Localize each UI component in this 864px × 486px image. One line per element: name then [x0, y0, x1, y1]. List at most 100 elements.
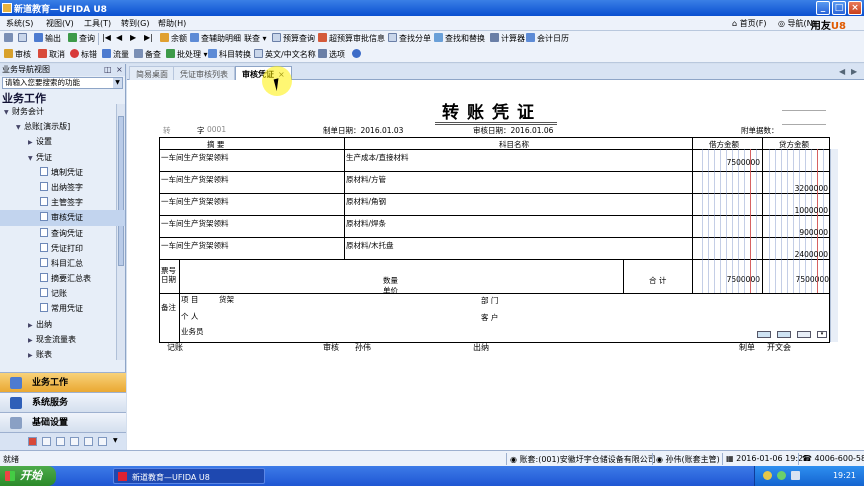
sidebar-item-10[interactable]: 科目汇总	[0, 256, 125, 271]
chevron-right-icon[interactable]: ▶	[28, 318, 36, 333]
menu-tools[interactable]: 工具(T)	[84, 18, 111, 29]
row-account[interactable]: 原材料/焊条	[346, 218, 386, 229]
pin-icon[interactable]: ◫	[104, 65, 112, 74]
sidebar-item-8[interactable]: 查询凭证	[0, 226, 125, 241]
options-button[interactable]: 选项	[318, 49, 345, 61]
chevron-down-icon[interactable]: ▼	[113, 78, 122, 88]
mark-error-button[interactable]: 标错	[70, 49, 97, 61]
find-replace-button[interactable]: 查找和替换	[434, 33, 485, 45]
row-account[interactable]: 生产成本/直接材料	[346, 152, 409, 163]
row-credit[interactable]: 2400000	[764, 250, 828, 259]
menu-goto[interactable]: 转到(G)	[121, 18, 149, 29]
tab-prev-icon[interactable]: ◀	[839, 67, 845, 76]
home-link[interactable]: ⌂ 首页(F)	[732, 18, 766, 29]
row-account[interactable]: 原材料/方管	[346, 174, 386, 185]
cashflow-button[interactable]: 流量	[102, 49, 129, 61]
prev-record-icon[interactable]: ◀	[116, 33, 122, 45]
menu-help[interactable]: 帮助(H)	[158, 18, 186, 29]
sidebar-item-2[interactable]: ▶ 设置	[0, 134, 125, 149]
last-record-icon[interactable]: ▶|	[144, 33, 153, 45]
chevron-right-icon[interactable]: ▶	[28, 333, 36, 348]
tile-icon[interactable]	[98, 437, 107, 446]
aux-detail-button[interactable]: 查辅助明细	[190, 33, 241, 45]
calendar-button[interactable]: 会计日历	[526, 33, 569, 45]
remark-toggle-icon-3[interactable]	[797, 331, 811, 338]
row-summary[interactable]: 一车间生产货架领料	[161, 152, 229, 163]
budget-query-button[interactable]: 预算查询	[272, 33, 315, 45]
calculator-button[interactable]: 计算器	[490, 33, 525, 45]
link-query-button[interactable]: 联查 ▾	[244, 33, 267, 45]
remark-toggle-icon-1[interactable]	[757, 331, 771, 338]
voucher-number[interactable]: 0001	[207, 125, 226, 134]
more-icon[interactable]: ▼	[113, 437, 122, 446]
stop-icon[interactable]	[28, 437, 37, 446]
row-summary[interactable]: 一车间生产货架领料	[161, 240, 229, 251]
over-budget-button[interactable]: 超预算审批信息	[318, 33, 385, 45]
sidebar-item-4[interactable]: 填制凭证	[0, 165, 125, 180]
row-debit[interactable]: 7500000	[694, 158, 760, 167]
chevron-right-icon[interactable]: ▶	[28, 348, 36, 360]
sidebar-item-6[interactable]: 主管签字	[0, 195, 125, 210]
tab-voucher-audit-list[interactable]: 凭证审核列表	[173, 66, 235, 80]
tray-network-icon[interactable]	[763, 471, 772, 480]
voucher-type-field[interactable]: 转	[163, 125, 171, 136]
tray-volume-icon[interactable]	[791, 471, 800, 480]
balance-button[interactable]: 余额	[160, 33, 187, 45]
sidebar-item-7[interactable]: 审核凭证	[0, 210, 125, 226]
sidebar-item-15[interactable]: ▶ 现金流量表	[0, 332, 125, 347]
output-button[interactable]: 输出	[34, 33, 61, 45]
menu-view[interactable]: 视图(V)	[46, 18, 74, 29]
memo-button[interactable]: 备查	[134, 49, 161, 61]
menu-system[interactable]: 系统(S)	[6, 18, 33, 29]
next-record-icon[interactable]: ▶	[130, 33, 136, 45]
copy-icon[interactable]	[84, 437, 93, 446]
refresh-icon[interactable]	[42, 437, 51, 446]
sidebar-item-12[interactable]: 记账	[0, 286, 125, 301]
first-record-icon[interactable]: |◀	[102, 33, 111, 45]
taskbar-app-item[interactable]: 新道教育—UFIDA U8	[113, 468, 265, 484]
remark-toggle-icon-2[interactable]	[777, 331, 791, 338]
preview-icon[interactable]	[18, 33, 29, 45]
row-account[interactable]: 原材料/角钢	[346, 196, 386, 207]
minimize-button[interactable]: _	[816, 1, 830, 15]
start-button[interactable]: 开始	[0, 466, 56, 486]
sidebar-item-0[interactable]: ▼ 财务会计	[0, 104, 125, 119]
nav-basic-settings-button[interactable]: 基础设置	[0, 412, 126, 432]
sidebar-item-11[interactable]: 摘要汇总表	[0, 271, 125, 286]
maximize-button[interactable]: □	[832, 1, 846, 15]
tray-security-icon[interactable]	[777, 471, 786, 480]
remark-dropdown-icon[interactable]: ▾	[817, 331, 827, 338]
row-credit[interactable]: 1000000	[764, 206, 828, 215]
close-button[interactable]: ×	[848, 1, 862, 15]
row-account[interactable]: 原材料/木托盘	[346, 240, 394, 251]
project-value[interactable]: 货架	[219, 294, 234, 305]
chevron-down-icon[interactable]: ▼	[4, 105, 12, 120]
nav-close-icon[interactable]: ×	[116, 65, 123, 74]
row-summary[interactable]: 一车间生产货架领料	[161, 218, 229, 229]
chevron-down-icon[interactable]: ▼	[28, 151, 36, 166]
doc-icon[interactable]	[70, 437, 79, 446]
row-credit[interactable]: 900000	[764, 228, 828, 237]
find-split-button[interactable]: 查找分单	[388, 33, 431, 45]
cancel-audit-button[interactable]: 取消	[38, 49, 65, 61]
audit-button[interactable]: 审核	[4, 49, 31, 61]
account-convert-button[interactable]: 科目转换	[208, 49, 251, 61]
sidebar-item-3[interactable]: ▼ 凭证	[0, 150, 125, 165]
print-icon[interactable]	[4, 33, 15, 45]
chevron-right-icon[interactable]: ▶	[28, 135, 36, 150]
sidebar-item-14[interactable]: ▶ 出纳	[0, 317, 125, 332]
row-credit[interactable]: 3200000	[764, 184, 828, 193]
language-toggle-button[interactable]: 英文/中文名称	[254, 49, 316, 61]
nav-system-service-button[interactable]: 系统服务	[0, 392, 126, 412]
batch-button[interactable]: 批处理 ▾	[166, 49, 208, 61]
row-summary[interactable]: 一车间生产货架领料	[161, 196, 229, 207]
sidebar-item-9[interactable]: 凭证打印	[0, 241, 125, 256]
grid-scrollbar[interactable]	[830, 149, 838, 342]
list-icon[interactable]	[56, 437, 65, 446]
sidebar-item-1[interactable]: ▼ 总账[演示版]	[0, 119, 125, 134]
row-summary[interactable]: 一车间生产货架领料	[161, 174, 229, 185]
chevron-down-icon[interactable]: ▼	[16, 120, 24, 135]
sidebar-item-5[interactable]: 出纳签字	[0, 180, 125, 195]
tab-next-icon[interactable]: ▶	[851, 67, 857, 76]
nav-business-work-button[interactable]: 业务工作	[0, 372, 126, 392]
